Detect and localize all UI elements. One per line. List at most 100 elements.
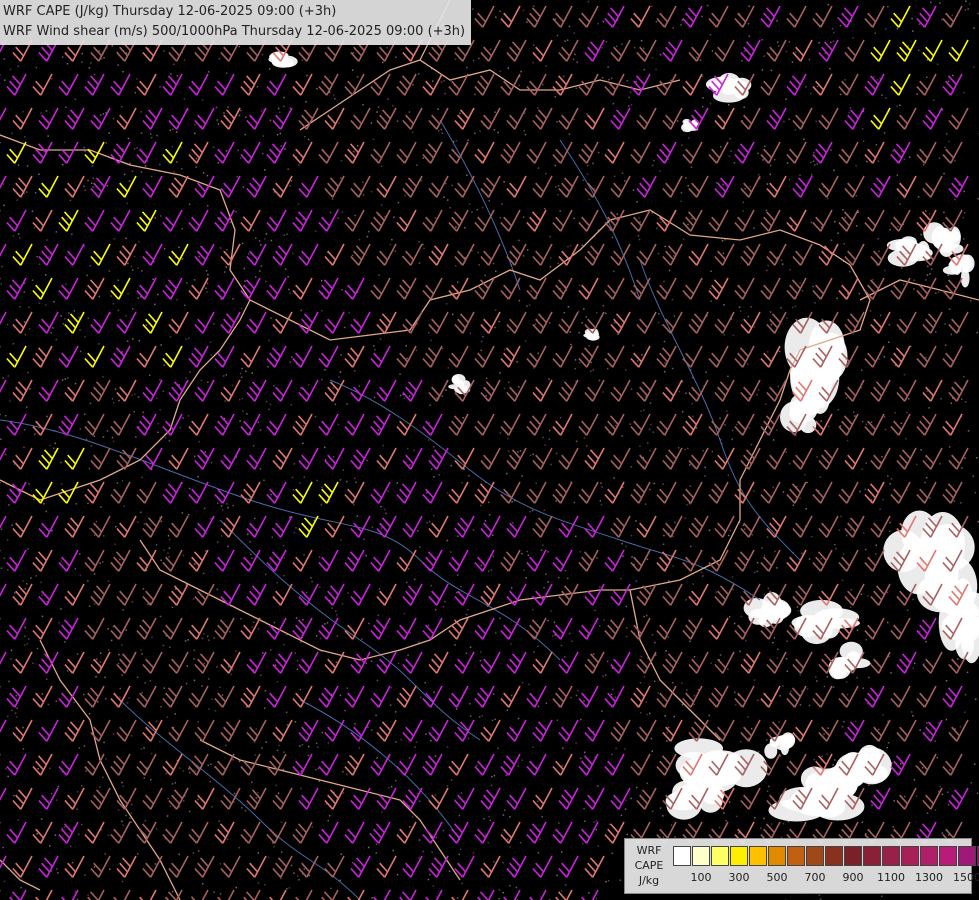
terrain-dot [928,213,931,215]
terrain-dot [584,820,586,822]
cloud-patch [945,243,964,254]
terrain-dot [913,779,916,781]
terrain-dot [358,238,361,241]
terrain-dot [241,807,243,809]
terrain-dot [319,586,321,588]
terrain-dot [17,164,20,166]
terrain-dot [925,356,927,359]
terrain-dot [662,483,664,485]
terrain-dot [239,157,242,159]
terrain-dot [321,310,323,312]
terrain-dot [887,5,889,8]
terrain-dot [264,707,266,709]
terrain-dot [198,850,200,852]
terrain-dot [373,396,376,399]
terrain-dot [181,228,183,230]
terrain-dot [957,658,959,660]
map-title-box: WRF CAPE (J/kg) Thursday 12-06-2025 09:0… [0,0,472,45]
legend-swatch [711,846,729,866]
terrain-dot [518,299,521,302]
terrain-dot [299,745,301,747]
terrain-dot [598,379,601,382]
terrain-dot [563,75,565,77]
terrain-dot [782,491,785,493]
terrain-dot [595,897,598,900]
terrain-dot [41,693,43,695]
terrain-dot [884,416,886,418]
terrain-dot [253,741,256,744]
terrain-dot [345,773,348,776]
terrain-dot [849,270,851,273]
terrain-dot [499,70,502,73]
terrain-dot [816,456,818,458]
terrain-dot [194,769,196,772]
terrain-dot [834,759,836,761]
terrain-dot [692,415,694,418]
terrain-dot [441,395,443,397]
terrain-dot [950,333,952,336]
cloud-patch [950,581,975,638]
terrain-dot [36,255,38,258]
terrain-dot [684,517,686,520]
terrain-dot [413,578,416,581]
terrain-dot [730,150,732,153]
terrain-dot [867,595,869,597]
terrain-dot [875,144,878,146]
terrain-dot [777,648,779,650]
terrain-dot [614,696,617,698]
terrain-dot [954,159,956,162]
terrain-dot [9,400,11,402]
terrain-dot [588,892,590,894]
terrain-dot [693,703,695,706]
terrain-dot [973,66,975,68]
terrain-dot [874,32,876,34]
terrain-dot [597,151,600,154]
terrain-dot [497,131,499,134]
terrain-dot [226,503,228,505]
terrain-dot [131,394,133,396]
terrain-dot [549,265,552,268]
terrain-dot [429,404,431,406]
terrain-dot [930,268,933,270]
terrain-dot [307,138,310,141]
terrain-dot [529,454,532,457]
terrain-dot [897,225,899,228]
terrain-dot [799,282,801,284]
terrain-dot [611,236,614,239]
terrain-dot [489,819,491,822]
terrain-dot [526,550,528,553]
terrain-dot [584,751,586,754]
terrain-dot [106,184,108,187]
terrain-dot [518,239,520,242]
terrain-dot [206,205,209,207]
terrain-dot [19,237,21,239]
terrain-dot [708,529,711,531]
terrain-dot [250,553,252,556]
terrain-dot [144,165,147,167]
terrain-dot [753,227,755,229]
terrain-dot [856,629,859,631]
terrain-dot [356,144,359,147]
terrain-dot [176,299,178,301]
terrain-dot [506,709,508,711]
terrain-dot [95,520,98,523]
terrain-dot [566,39,569,41]
terrain-dot [510,694,513,697]
terrain-dot [107,834,110,837]
terrain-dot [98,343,100,345]
terrain-dot [660,221,662,224]
terrain-dot [16,707,18,710]
terrain-dot [964,457,966,459]
terrain-dot [140,171,143,173]
terrain-dot [815,120,817,123]
terrain-dot [57,872,59,874]
terrain-dot [256,86,259,88]
terrain-dot [178,853,180,856]
terrain-dot [15,695,17,697]
terrain-dot [900,763,902,765]
terrain-dot [270,493,272,496]
terrain-dot [519,841,522,844]
terrain-dot [24,635,26,637]
terrain-dot [100,506,102,508]
terrain-dot [121,105,123,108]
